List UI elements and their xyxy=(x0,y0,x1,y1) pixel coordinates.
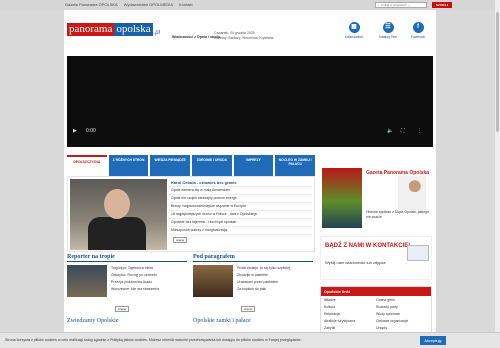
catalog-icon: ☰ xyxy=(382,22,394,33)
links-title: Opolskie linki xyxy=(321,287,431,296)
zamki-title[interactable]: Opolskie zamki i pałace xyxy=(193,318,251,324)
list-item[interactable]: Uratowani przed pastwiem xyxy=(237,279,290,286)
list-item[interactable]: Opolskie bez tajemnic - rzucił ręki spot… xyxy=(169,219,312,227)
link-item[interactable]: Gmina gmin xyxy=(376,298,428,302)
video-player[interactable]: ▶ 0:00 🔈 ⛶ ⋮ xyxy=(67,56,433,147)
site-logo[interactable]: panorama opolska .pl xyxy=(67,22,160,36)
reporter-thumbnail[interactable] xyxy=(67,265,107,297)
scrollbar-thumb[interactable] xyxy=(496,12,499,132)
link-item[interactable]: Rekreacja xyxy=(324,312,376,316)
envelope-icon xyxy=(407,245,429,261)
video-time: 0:00 xyxy=(86,128,96,134)
reporter-more-button[interactable]: więcej xyxy=(115,306,130,312)
cookie-banner: Strona korzysta z plików cookies w celu … xyxy=(0,332,500,348)
paragraf-list: Próbil zbołeje, to się tylko szybciej Zb… xyxy=(237,265,290,293)
kalendarium-link[interactable]: ▦ Kalendarium xyxy=(342,22,366,39)
volume-icon[interactable]: 🔈 xyxy=(387,128,393,134)
link-item[interactable]: Atrakcje turystyczne xyxy=(324,319,376,323)
tab-wiedza-pieniadze[interactable]: WIEDZA PIENIĄDZE xyxy=(150,155,191,176)
list-item[interactable]: Odczytuć: Rocnyj po cermelu xyxy=(111,272,159,279)
links-grid: Władze Gmina gmin Kultura Rozrady party … xyxy=(321,296,431,332)
paragraf-section: Pod paragrafem Próbil zbołeje, to się ty… xyxy=(193,254,313,314)
paragraf-thumbnail[interactable] xyxy=(193,265,233,297)
kalendarium-label: Kalendarium xyxy=(345,35,363,39)
list-item[interactable]: 16 najpiękniejszych drzew w Polsce - dwa… xyxy=(169,211,312,219)
search-button[interactable]: SZUKAJ xyxy=(432,2,452,8)
facebook-link[interactable]: f Facebook xyxy=(406,22,430,39)
top-nav: Gazeta Panorama OPOLSKA Wydawnictwo OPOL… xyxy=(65,2,193,7)
link-item[interactable]: Kultura xyxy=(324,305,376,309)
feature-more-button[interactable]: więcej xyxy=(173,237,188,243)
tab-opolszczyzna[interactable]: OPOLSZCZYZNA xyxy=(67,155,107,176)
gazeta-promo[interactable]: Gazeta Panorama Opolska Historie spotkań… xyxy=(320,164,432,230)
header-date: Czwartek, 04 grudnia 2025 Imieniny: Barb… xyxy=(214,31,273,40)
list-item[interactable]: Tropiczyn: Tajemnica Irków xyxy=(111,265,159,272)
link-item[interactable]: Urzędy xyxy=(376,326,428,330)
cookie-text: Strona korzysta z plików cookies w celu … xyxy=(5,338,302,342)
tab-z-roznych-stron[interactable]: Z RÓŻNYCH STRON xyxy=(108,155,149,176)
paragraf-title[interactable]: Pod paragrafem xyxy=(193,254,313,262)
link-item[interactable]: Władze xyxy=(324,298,376,302)
link-item[interactable]: Ciekawe organizacje xyxy=(376,319,428,323)
play-icon[interactable]: ▶ xyxy=(73,128,77,134)
feature-photo[interactable] xyxy=(70,179,167,250)
page: panorama opolska .pl Wiadomości z Opola … xyxy=(64,10,436,348)
list-item[interactable]: Worczewce. Nie ma straszenia xyxy=(111,286,159,293)
more-options-icon[interactable]: ⋮ xyxy=(417,128,422,134)
list-item[interactable]: Opole nie czujek niezdajny poziom energi… xyxy=(169,195,312,203)
search-input[interactable]: -- szukaj w artykułach -- xyxy=(375,2,427,8)
list-item[interactable]: Za kopkiuk do pałc xyxy=(237,286,290,293)
facebook-icon: f xyxy=(412,22,424,33)
nameday-text: Imieniny: Barbary, Hieronima, Krystiana xyxy=(214,35,274,40)
reader-image xyxy=(398,176,426,210)
cookie-accept-button[interactable]: Akceptuję xyxy=(420,336,446,345)
tab-imprezy[interactable]: IMPREZY xyxy=(233,155,274,176)
contact-promo[interactable]: BĄDŹ Z NAMI W KONTAKCIE! Wyślij nam wiad… xyxy=(320,236,432,280)
list-item[interactable]: Próbil zbołeje, to się tylko szybciej xyxy=(237,265,290,272)
header: panorama opolska .pl Wiadomości z Opola … xyxy=(64,10,436,50)
list-item[interactable]: Opole zamiera się w małą Amsterdam xyxy=(169,187,312,195)
katalog-firm-link[interactable]: ☰ Katalog Firm xyxy=(376,22,400,39)
fullscreen-icon[interactable]: ⛶ xyxy=(401,128,405,134)
reporter-section: Reporter na tropie Tropiczyn: Tajemnica … xyxy=(67,254,187,314)
gazeta-description: Historie spotkań z Śląsk Opolski, jakieg… xyxy=(366,210,430,219)
reporter-list: Tropiczyn: Tajemnica Irków Odczytuć: Roc… xyxy=(111,265,159,293)
paragraf-more-button[interactable]: więcej xyxy=(241,306,256,312)
list-item[interactable]: Przeżyć poddemma Arado xyxy=(111,279,159,286)
contact-heading: BĄDŹ Z NAMI W KONTAKCIE! xyxy=(325,243,411,249)
photo-suit xyxy=(88,217,146,250)
tab-nocleg[interactable]: NOCLEG W ZAMKU I PAŁACU xyxy=(275,155,316,176)
katalog-label: Katalog Firm xyxy=(378,35,398,39)
logo-panorama: panorama xyxy=(67,22,115,36)
zwiedzamy-title[interactable]: Zwiedzamy Opolskie xyxy=(67,318,119,324)
logo-opolska: opolska xyxy=(114,22,153,36)
calendar-icon: ▦ xyxy=(348,22,360,33)
logo-suffix: .pl xyxy=(153,30,160,36)
scrollbar[interactable] xyxy=(495,0,500,348)
contact-subtext: Wyślij nam wiadomość lub zdjęcia xyxy=(325,260,386,265)
list-item[interactable]: Zbodzije w pakrietie xyxy=(237,272,290,279)
tab-zdrowie-uroda[interactable]: ZDROWIE I URODA xyxy=(192,155,232,176)
top-nav-kontakt[interactable]: Kontakt xyxy=(179,2,193,7)
top-nav-wydawnictwo[interactable]: Wydawnictwo OPOLMEDIA xyxy=(124,2,173,7)
link-item[interactable]: Rozrady party xyxy=(376,305,428,309)
gazeta-cover-image xyxy=(322,168,362,228)
link-item[interactable]: Wody sportowe xyxy=(376,312,428,316)
reporter-title[interactable]: Reporter na tropie xyxy=(67,254,187,262)
list-item[interactable]: Brawy. Najpiowocześniejsze wiązanie w Eu… xyxy=(169,203,312,211)
facebook-label: Facebook xyxy=(411,35,425,39)
photo-face xyxy=(104,189,130,219)
feature-list: Karol Cebula - człowiek bez granic Opole… xyxy=(169,179,312,243)
feature-headline[interactable]: Karol Cebula - człowiek bez granic xyxy=(169,179,312,187)
link-item[interactable]: Zabytki xyxy=(324,326,376,330)
list-item[interactable]: Mieszposób walczy z marginalizacją xyxy=(169,227,312,235)
category-tabs: OPOLSZCZYZNA Z RÓŻNYCH STRON WIEDZA PIEN… xyxy=(67,155,316,176)
top-nav-gazeta[interactable]: Gazeta Panorama OPOLSKA xyxy=(65,2,118,7)
top-bar: Gazeta Panorama OPOLSKA Wydawnictwo OPOL… xyxy=(0,0,500,10)
feature-box: Karol Cebula - człowiek bez granic Opole… xyxy=(67,176,315,252)
